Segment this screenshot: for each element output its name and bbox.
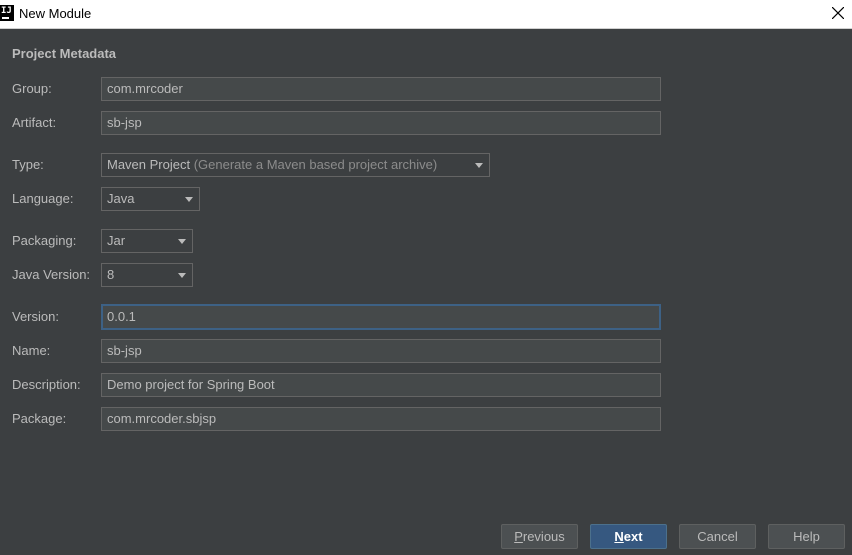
packaging-value: Jar: [107, 233, 126, 248]
java-version-dropdown[interactable]: 8: [101, 263, 193, 287]
description-label: Description:: [12, 377, 81, 392]
type-label: Type:: [12, 157, 44, 172]
chevron-down-icon: [178, 239, 186, 244]
chevron-down-icon: [475, 163, 483, 168]
window-title: New Module: [19, 6, 92, 21]
package-field[interactable]: com.mrcoder.sbjsp: [101, 407, 661, 431]
group-label: Group:: [12, 81, 52, 96]
close-button[interactable]: [824, 0, 852, 28]
group-field[interactable]: com.mrcoder: [101, 77, 661, 101]
language-dropdown[interactable]: Java: [101, 187, 200, 211]
title-bar: IJ New Module: [0, 0, 852, 29]
cancel-button[interactable]: Cancel: [679, 524, 756, 549]
version-field[interactable]: 0.0.1: [101, 304, 661, 330]
language-label: Language:: [12, 191, 74, 206]
description-field[interactable]: Demo project for Spring Boot: [101, 373, 661, 397]
name-field[interactable]: sb-jsp: [101, 339, 661, 363]
type-value: Maven Project: [107, 157, 191, 172]
previous-button[interactable]: Previous: [501, 524, 578, 549]
java-version-value: 8: [107, 267, 115, 282]
type-hint: (Generate a Maven based project archive): [193, 157, 438, 172]
language-value: Java: [107, 191, 135, 206]
previous-mnemonic: P: [514, 529, 523, 544]
name-label: Name:: [12, 343, 51, 358]
help-button[interactable]: Help: [768, 524, 845, 549]
chevron-down-icon: [178, 273, 186, 278]
version-label: Version:: [12, 309, 59, 324]
section-title: Project Metadata: [12, 46, 117, 61]
package-label: Package:: [12, 411, 67, 426]
next-label: ext: [623, 529, 643, 544]
chevron-down-icon: [185, 197, 193, 202]
artifact-field[interactable]: sb-jsp: [101, 111, 661, 135]
artifact-label: Artifact:: [12, 115, 57, 130]
next-mnemonic: N: [614, 529, 624, 544]
java-version-label: Java Version:: [12, 267, 91, 282]
close-icon: [832, 7, 844, 19]
app-icon-text: IJ: [1, 6, 12, 16]
intellij-logo-icon: IJ: [0, 5, 14, 21]
type-dropdown[interactable]: Maven Project (Generate a Maven based pr…: [101, 153, 490, 177]
next-button[interactable]: Next: [590, 524, 667, 549]
packaging-dropdown[interactable]: Jar: [101, 229, 193, 253]
previous-label: revious: [522, 529, 565, 544]
packaging-label: Packaging:: [12, 233, 77, 248]
